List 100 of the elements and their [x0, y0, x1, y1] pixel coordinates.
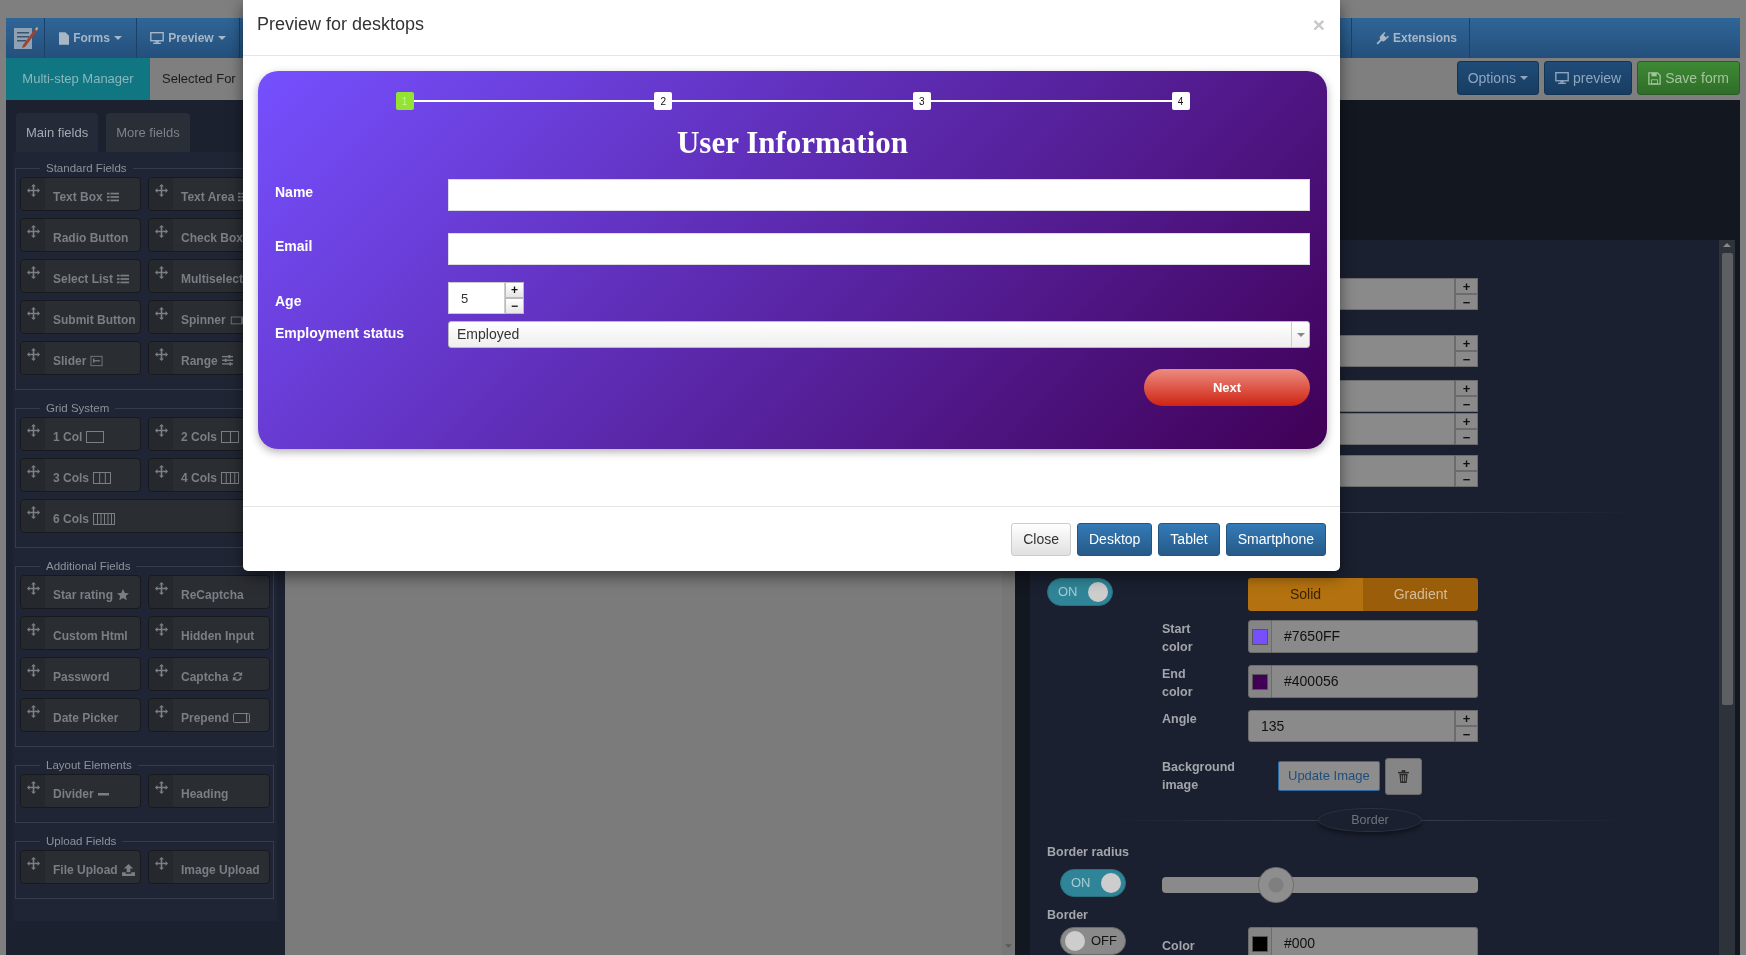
move-icon	[154, 424, 168, 437]
field-button[interactable]: 3 Cols	[20, 458, 141, 492]
tab[interactable]: Multi-step Manager	[6, 58, 150, 100]
delete-button[interactable]	[1384, 758, 1422, 795]
move-icon	[154, 623, 168, 636]
decrement-button[interactable]: −	[1455, 471, 1478, 487]
move-icon	[26, 857, 40, 870]
field-button[interactable]: Captcha	[148, 657, 270, 691]
step-marker[interactable]: 3	[912, 92, 931, 110]
toggle-switch[interactable]: OFF	[1060, 927, 1126, 955]
group-legend: Grid System	[40, 401, 116, 415]
increment-button[interactable]: +	[505, 282, 524, 298]
decrement-button[interactable]: −	[1455, 726, 1478, 742]
list-icon	[117, 272, 130, 285]
plug-icon	[1376, 31, 1389, 45]
step-marker[interactable]: 4	[1171, 92, 1190, 110]
field-button[interactable]: Image Upload	[148, 850, 270, 884]
move-icon	[154, 781, 168, 794]
color-picker-button[interactable]	[1248, 665, 1272, 698]
segment-button[interactable]: Gradient	[1363, 578, 1478, 611]
field-button[interactable]: Heading	[148, 774, 270, 808]
group-legend: Standard Fields	[40, 161, 133, 175]
increment-button[interactable]: +	[1455, 413, 1478, 429]
decrement-button[interactable]: −	[1455, 351, 1478, 367]
next-button[interactable]: Next	[1144, 369, 1310, 406]
decrement-button[interactable]: −	[1455, 429, 1478, 445]
dialog-button[interactable]: Smartphone	[1225, 522, 1326, 556]
field-button[interactable]: Radio Button	[20, 218, 141, 252]
setting-label: Start color	[1162, 621, 1194, 656]
tab[interactable]: Main fields	[16, 113, 99, 152]
field-button[interactable]: Divider	[20, 774, 141, 808]
dialog-button[interactable]: Close	[1011, 522, 1071, 556]
segment-button[interactable]: Solid	[1248, 578, 1363, 611]
toggle-switch[interactable]: ON	[1047, 578, 1113, 606]
list-icon	[106, 190, 119, 203]
increment-button[interactable]: +	[1455, 380, 1478, 396]
field-button[interactable]: File Upload	[20, 850, 141, 884]
field-button[interactable]: Text Box	[20, 177, 141, 211]
field-button[interactable]: Password	[20, 657, 141, 691]
setting-label: Color	[1162, 938, 1196, 955]
text-field[interactable]	[448, 179, 1310, 211]
move-icon	[154, 348, 168, 361]
color-picker-button[interactable]	[1248, 927, 1272, 955]
group-legend: Additional Fields	[40, 559, 137, 573]
field-button[interactable]: Date Picker	[20, 698, 141, 732]
form-heading: User Information	[675, 124, 909, 162]
slider-box-icon	[90, 354, 104, 367]
field-button[interactable]: Star rating	[20, 575, 141, 609]
move-icon	[154, 225, 168, 238]
toolbar-button[interactable]: Options	[1456, 61, 1539, 95]
move-icon	[26, 582, 40, 595]
sliders-icon	[221, 355, 233, 366]
field-button[interactable]: Custom Html	[20, 616, 141, 650]
increment-button[interactable]: +	[1455, 335, 1478, 351]
section-title: Border	[1318, 807, 1422, 833]
field-button[interactable]: Submit Button	[20, 300, 141, 334]
color-picker-button[interactable]	[1248, 620, 1272, 653]
dialog-button[interactable]: Desktop	[1077, 522, 1153, 556]
scroll-thumb[interactable]	[1721, 253, 1733, 705]
move-icon	[154, 664, 168, 677]
increment-button[interactable]: +	[1455, 710, 1478, 726]
tab[interactable]: More fields	[106, 113, 190, 152]
field-button[interactable]: Prepend	[148, 698, 270, 732]
notepad-drawing	[11, 24, 39, 52]
trash-icon	[1397, 770, 1409, 783]
number-field[interactable]: 135	[1248, 710, 1455, 742]
scroll-arrow-icon	[1723, 243, 1731, 247]
update-image-button[interactable]: Update Image	[1278, 761, 1380, 791]
field-button[interactable]: 1 Col	[20, 417, 141, 451]
increment-button[interactable]: +	[1455, 278, 1478, 294]
decrement-button[interactable]: −	[1455, 396, 1478, 412]
increment-button[interactable]: +	[1455, 455, 1478, 471]
field-label: Name	[275, 183, 315, 202]
step-marker[interactable]: 2	[654, 92, 673, 110]
toolbar-button[interactable]: Save form	[1637, 61, 1740, 95]
toggle-switch[interactable]: ON	[1060, 869, 1126, 897]
document-icon	[59, 31, 70, 45]
field-button[interactable]: Hidden Input	[148, 616, 270, 650]
field-button[interactable]: Slider	[20, 341, 141, 375]
columns-icon	[93, 512, 115, 525]
decrement-button[interactable]: −	[505, 298, 524, 314]
text-field[interactable]: #000	[1272, 927, 1478, 955]
columns-icon	[93, 471, 111, 484]
decrement-button[interactable]: −	[1455, 294, 1478, 310]
text-field[interactable]: #400056	[1272, 665, 1478, 698]
move-icon	[154, 857, 168, 870]
move-icon	[26, 705, 40, 718]
field-button[interactable]: Select List	[20, 259, 141, 293]
toolbar-button[interactable]: preview	[1543, 61, 1633, 95]
number-field[interactable]: 5	[448, 282, 505, 314]
slider-thumb[interactable]	[1257, 867, 1294, 903]
text-field[interactable]: #7650FF	[1272, 620, 1478, 653]
text-field[interactable]	[448, 233, 1310, 265]
field-button[interactable]: ReCaptcha	[148, 575, 270, 609]
move-icon	[26, 348, 40, 361]
dialog-button[interactable]: Tablet	[1158, 522, 1220, 556]
move-icon	[26, 623, 40, 636]
select-field[interactable]: Employed	[448, 321, 1310, 348]
upload-icon	[121, 863, 135, 876]
move-icon	[154, 465, 168, 478]
